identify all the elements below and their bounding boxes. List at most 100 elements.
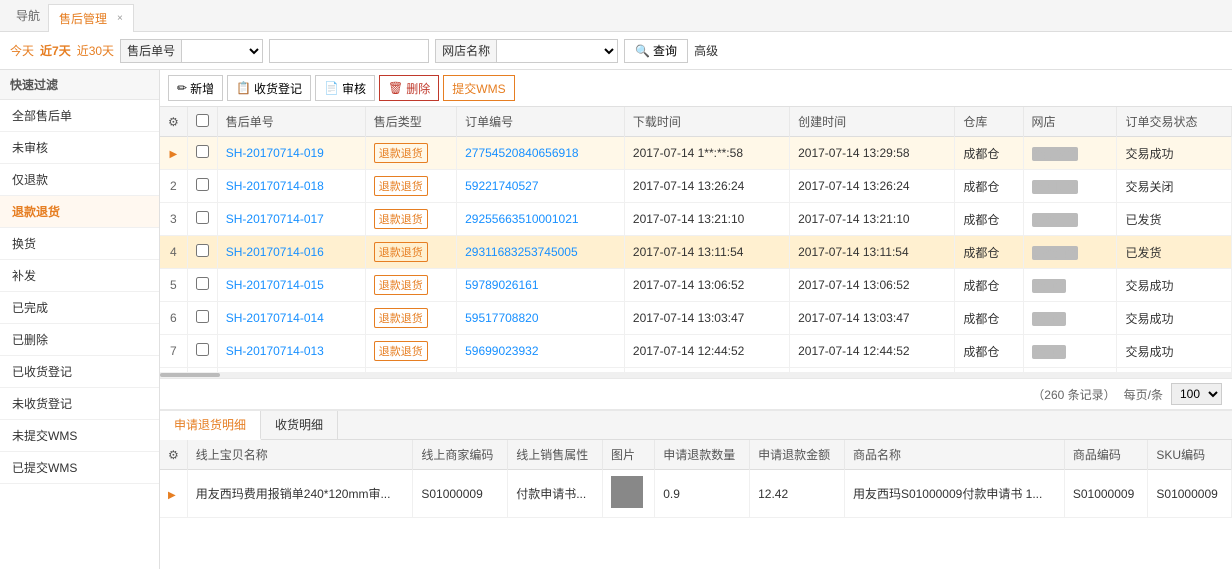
sidebar-item-exchange[interactable]: 换货 bbox=[0, 228, 159, 260]
query-button-label: 查询 bbox=[653, 42, 677, 59]
type-cell: 退款退货 bbox=[365, 203, 456, 236]
delete-button[interactable]: 🗑 删除 bbox=[379, 75, 439, 101]
bottom-col-sale-attr: 线上销售属性 bbox=[508, 440, 603, 470]
horizontal-scrollbar[interactable] bbox=[160, 372, 1232, 378]
sidebar-item-completed[interactable]: 已完成 bbox=[0, 292, 159, 324]
row-checkbox[interactable] bbox=[196, 145, 209, 158]
col-settings[interactable]: ⚙ bbox=[160, 107, 187, 137]
filter-last7[interactable]: 近7天 bbox=[40, 42, 71, 59]
receive-button-label: 收货登记 bbox=[254, 80, 302, 97]
status-cell: 交易成功 bbox=[1117, 335, 1232, 368]
bottom-tab-receive-detail[interactable]: 收货明细 bbox=[261, 411, 338, 439]
per-page-select[interactable]: 100 50 200 bbox=[1171, 383, 1222, 405]
create-time-cell: 2017-07-14 12:44:52 bbox=[790, 335, 955, 368]
pagination-total: （260 条记录） bbox=[1032, 386, 1115, 403]
table-row[interactable]: 7SH-20170714-013退款退货596990239322017-07-1… bbox=[160, 335, 1232, 368]
row-play-cell: 3 bbox=[160, 203, 187, 236]
bottom-row-product-code: S01000009 bbox=[1064, 470, 1148, 518]
table-row[interactable]: 5SH-20170714-015退款退货597890261612017-07-1… bbox=[160, 269, 1232, 302]
row-play-cell: 7 bbox=[160, 335, 187, 368]
type-tag: 退款退货 bbox=[374, 242, 428, 262]
bottom-play-icon[interactable]: ▶ bbox=[168, 490, 176, 501]
download-time-cell: 2017-07-14 13:11:54 bbox=[624, 236, 789, 269]
after-sale-id-cell: SH-20170714-015 bbox=[217, 269, 365, 302]
col-checkbox[interactable] bbox=[187, 107, 217, 137]
download-time-cell: 2017-07-14 12:44:52 bbox=[624, 335, 789, 368]
shop-name-blurred: **旗** bbox=[1032, 345, 1067, 359]
submit-wms-label: 提交WMS bbox=[452, 80, 505, 97]
row-play-cell: 4 bbox=[160, 236, 187, 269]
toolbar: ✏ 新增 📋 收货登记 📄 审核 🗑 删除 提交WMS bbox=[160, 70, 1232, 107]
bottom-row-play: ▶ bbox=[160, 470, 187, 518]
bottom-table: ⚙ 线上宝贝名称 线上商家编码 线上销售属性 图片 申请退款数量 申请退款金额 … bbox=[160, 440, 1232, 518]
bottom-col-settings[interactable]: ⚙ bbox=[160, 440, 187, 470]
bottom-col-qty: 申请退款数量 bbox=[655, 440, 750, 470]
type-cell: 退款退货 bbox=[365, 137, 456, 170]
order-id-cell: 59699023932 bbox=[457, 335, 625, 368]
sidebar-item-submitted-wms[interactable]: 已提交WMS bbox=[0, 452, 159, 484]
nav-tab-after-sales[interactable]: 售后管理 × bbox=[48, 4, 134, 32]
row-checkbox[interactable] bbox=[196, 343, 209, 356]
play-icon[interactable]: ▶ bbox=[170, 149, 178, 160]
select-all-checkbox[interactable] bbox=[196, 114, 209, 127]
sidebar-item-all[interactable]: 全部售后单 bbox=[0, 100, 159, 132]
type-cell: 退款退货 bbox=[365, 302, 456, 335]
table-row[interactable]: 4SH-20170714-016退款退货29311683253745005201… bbox=[160, 236, 1232, 269]
shop-cell: **旗** bbox=[1023, 269, 1117, 302]
sidebar-item-pending[interactable]: 未审核 bbox=[0, 132, 159, 164]
receive-icon: 📋 bbox=[236, 81, 251, 95]
sidebar-item-reissue[interactable]: 补发 bbox=[0, 260, 159, 292]
scrollbar-thumb bbox=[160, 373, 220, 377]
filter-today[interactable]: 今天 bbox=[10, 42, 34, 59]
row-checkbox[interactable] bbox=[196, 277, 209, 290]
sidebar-item-refund-only[interactable]: 仅退款 bbox=[0, 164, 159, 196]
type-cell: 退款退货 bbox=[365, 170, 456, 203]
filter-field-input[interactable] bbox=[269, 39, 429, 63]
type-tag: 退款退货 bbox=[374, 275, 428, 295]
bottom-row-product-name: 用友西玛S01000009付款申请书 1... bbox=[844, 470, 1064, 518]
submit-wms-button[interactable]: 提交WMS bbox=[443, 75, 514, 101]
filter-field-dropdown[interactable] bbox=[182, 40, 262, 62]
table-row[interactable]: 2SH-20170714-018退款退货592217405272017-07-1… bbox=[160, 170, 1232, 203]
bottom-col-product-name: 商品名称 bbox=[844, 440, 1064, 470]
table-row[interactable]: 3SH-20170714-017退款退货29255663510001021201… bbox=[160, 203, 1232, 236]
shop-cell: 苏**寿** bbox=[1023, 203, 1117, 236]
bottom-tab-refund-detail[interactable]: 申请退货明细 bbox=[160, 411, 261, 440]
add-icon: ✏ bbox=[177, 81, 187, 95]
shop-name-blurred: 苏**寿** bbox=[1032, 213, 1079, 227]
shop-name-blurred: **旗** bbox=[1032, 312, 1067, 326]
nav-tab-label: 售后管理 bbox=[59, 10, 107, 27]
sidebar-item-received[interactable]: 已收货登记 bbox=[0, 356, 159, 388]
add-button[interactable]: ✏ 新增 bbox=[168, 75, 223, 101]
filter-last30[interactable]: 近30天 bbox=[77, 42, 114, 59]
order-id-cell: 59221740527 bbox=[457, 170, 625, 203]
sidebar-item-deleted[interactable]: 已删除 bbox=[0, 324, 159, 356]
bottom-row-sku-code: S01000009 bbox=[1148, 470, 1232, 518]
bottom-row-qty: 0.9 bbox=[655, 470, 750, 518]
receive-button[interactable]: 📋 收货登记 bbox=[227, 75, 311, 101]
warehouse-cell: 成都仓 bbox=[955, 302, 1023, 335]
nav-tab-close-icon[interactable]: × bbox=[117, 13, 123, 24]
row-checkbox[interactable] bbox=[196, 244, 209, 257]
audit-button[interactable]: 📄 审核 bbox=[315, 75, 375, 101]
sidebar-item-not-received[interactable]: 未收货登记 bbox=[0, 388, 159, 420]
query-button[interactable]: 🔍 查询 bbox=[624, 39, 688, 63]
sidebar-item-refund-return[interactable]: 退款退货 bbox=[0, 196, 159, 228]
main-area: 快速过滤 全部售后单 未审核 仅退款 退款退货 换货 补发 已完成 已删除 已收… bbox=[0, 70, 1232, 569]
sidebar-item-not-submitted-wms[interactable]: 未提交WMS bbox=[0, 420, 159, 452]
sidebar-section-title: 快速过滤 bbox=[0, 70, 159, 100]
table-row[interactable]: 6SH-20170714-014退款退货595177088202017-07-1… bbox=[160, 302, 1232, 335]
download-time-cell: 2017-07-14 13:26:24 bbox=[624, 170, 789, 203]
advanced-button[interactable]: 高级 bbox=[694, 42, 718, 59]
warehouse-cell: 成都仓 bbox=[955, 137, 1023, 170]
shop-dropdown[interactable] bbox=[497, 40, 617, 62]
order-id-cell: 59789026161 bbox=[457, 269, 625, 302]
row-checkbox[interactable] bbox=[196, 178, 209, 191]
col-download-time: 下载时间 bbox=[624, 107, 789, 137]
row-checkbox[interactable] bbox=[196, 310, 209, 323]
status-cell: 已发货 bbox=[1117, 236, 1232, 269]
table-row[interactable]: ▶SH-20170714-019退款退货27754520840656918201… bbox=[160, 137, 1232, 170]
row-checkbox[interactable] bbox=[196, 211, 209, 224]
type-cell: 退款退货 bbox=[365, 236, 456, 269]
bottom-col-sku-code: SKU编码 bbox=[1148, 440, 1232, 470]
